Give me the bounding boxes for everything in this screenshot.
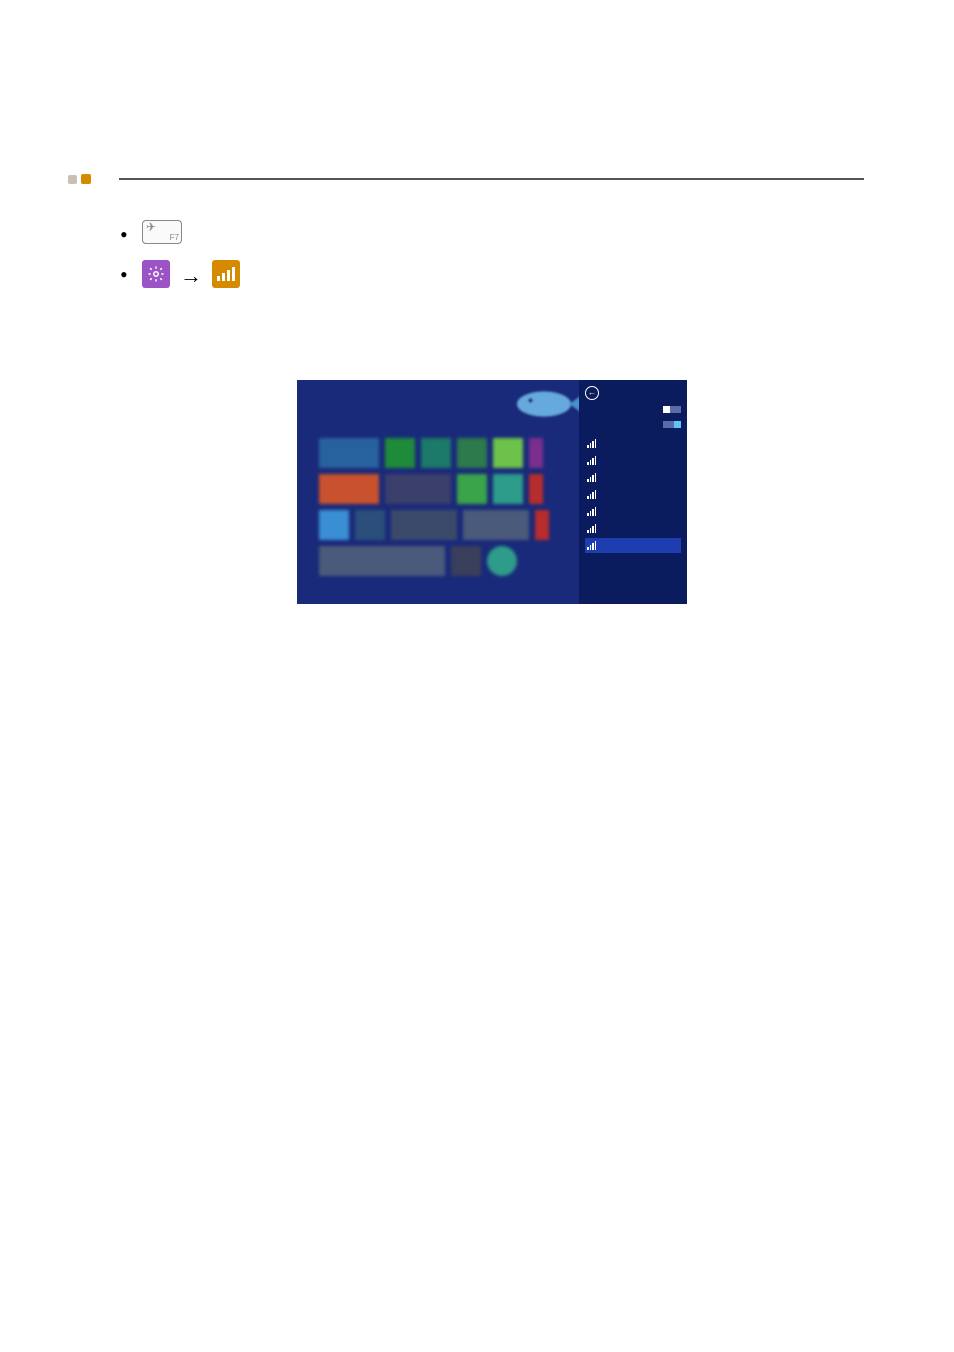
embedded-screenshot: ← [297, 380, 687, 604]
network-list-item[interactable] [585, 436, 681, 451]
bullet-item-1: • [120, 220, 864, 250]
network-list-item[interactable] [585, 453, 681, 468]
rule-line [119, 178, 864, 180]
signal-icon [587, 490, 596, 499]
network-list [585, 436, 681, 553]
network-list-item[interactable] [585, 470, 681, 485]
networks-panel: ← [579, 380, 687, 604]
page: • • → [0, 0, 954, 1352]
wifi-toggle[interactable] [663, 421, 681, 428]
settings-gear-icon [142, 260, 170, 288]
bullet-decoration [68, 174, 91, 184]
network-list-item[interactable] [585, 521, 681, 536]
section-head [68, 174, 864, 184]
airplane-toggle-group [585, 406, 681, 413]
signal-icon [587, 524, 596, 533]
networks-panel-header: ← [585, 386, 681, 400]
network-list-item[interactable] [585, 538, 681, 553]
wifi-toggle-group [585, 421, 681, 428]
signal-icon [587, 507, 596, 516]
arrow-icon: → [180, 260, 202, 292]
signal-icon [587, 473, 596, 482]
airplane-toggle[interactable] [663, 406, 681, 413]
network-list-item[interactable] [585, 487, 681, 502]
airplane-key-icon [142, 220, 182, 244]
signal-icon [587, 439, 596, 448]
network-list-item[interactable] [585, 504, 681, 519]
back-arrow-icon[interactable]: ← [585, 386, 599, 400]
signal-icon [587, 541, 596, 550]
bullet-item-2: • → [120, 260, 864, 292]
start-screen [297, 380, 579, 604]
network-signal-icon [212, 260, 240, 288]
signal-icon [587, 456, 596, 465]
